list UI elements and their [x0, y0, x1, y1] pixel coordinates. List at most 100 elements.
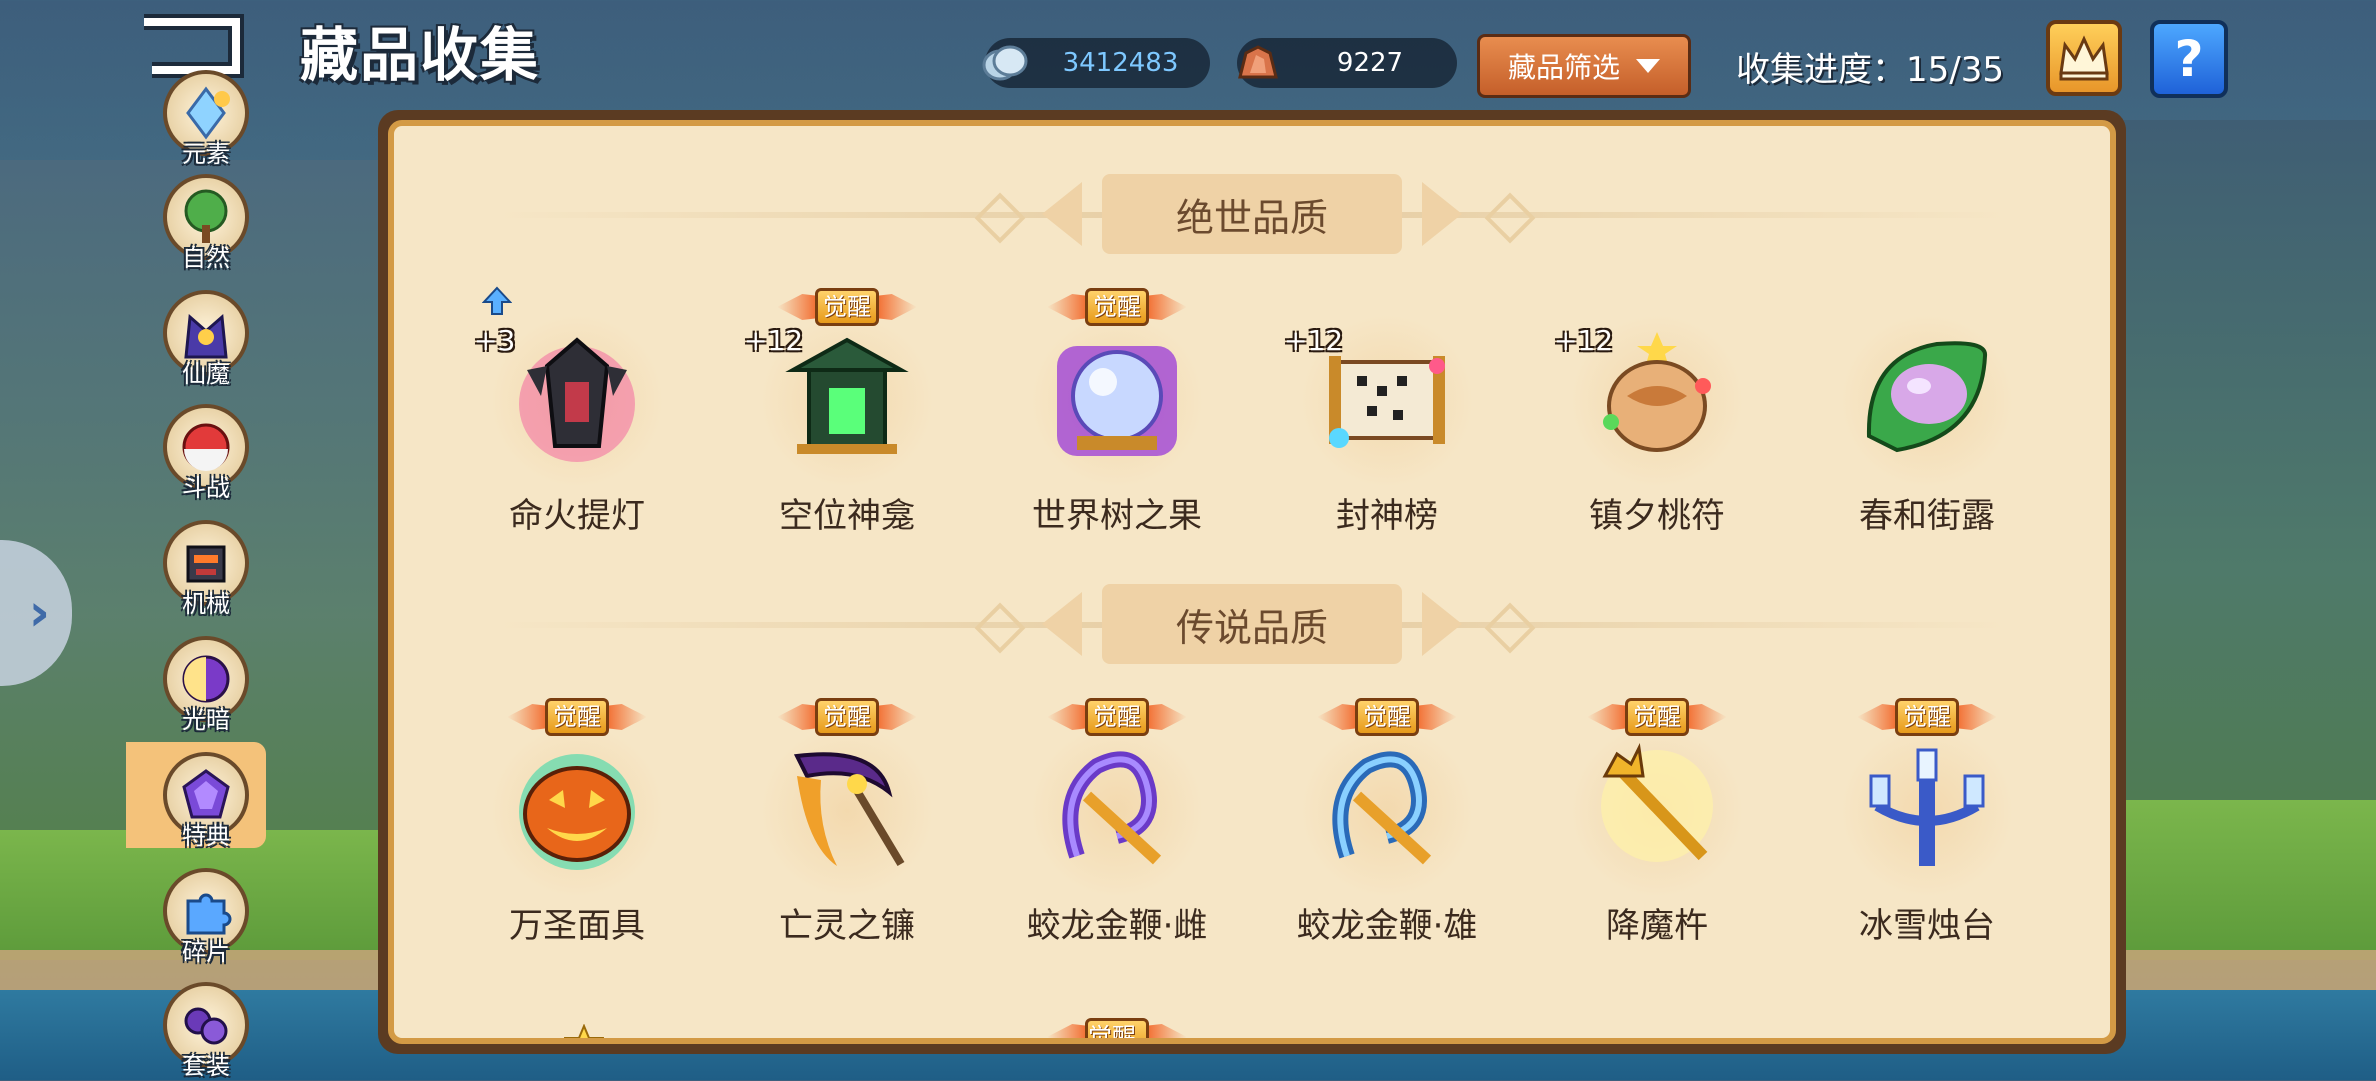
section-title: 传说品质	[1102, 584, 1402, 664]
item-name: 万圣面具	[509, 906, 645, 946]
collection-item-demon-subduing-pestle[interactable]: 觉醒 降魔杵	[1542, 698, 1772, 956]
section-header-legendary: 传说品质	[394, 584, 2110, 664]
sidebar-item-label: 光暗	[182, 706, 230, 734]
awaken-badge: 觉醒	[777, 698, 917, 738]
item-name: 冰雪烛台	[1859, 906, 1995, 946]
item-name: 春和街露	[1859, 496, 1995, 536]
awaken-label: 觉醒	[1355, 698, 1419, 736]
collection-progress: 收集进度：15/35	[1736, 50, 2004, 90]
diamond-ornament	[974, 602, 1026, 654]
crown-icon	[2059, 35, 2109, 81]
sidebar-item-label: 仙魔	[182, 360, 230, 388]
collection-panel: 绝世品质 +3 命火提灯 觉醒 +12 空位神龛 觉醒 世界树之果 +12 封神…	[378, 110, 2126, 1054]
filter-label: 藏品筛选	[1507, 51, 1620, 84]
diamond-ornament	[1484, 192, 1536, 244]
silver-currency: 3412483	[982, 38, 1210, 88]
awaken-badge: 觉醒	[777, 288, 917, 328]
awaken-badge: 觉醒	[1047, 698, 1187, 738]
collection-item-life-fire-lantern[interactable]: +3 命火提灯	[462, 286, 692, 546]
sidebar-item-label: 特典	[182, 822, 230, 850]
item-name: 蛟龙金鞭·雌	[1026, 906, 1208, 946]
item-name: 命火提灯	[509, 496, 645, 536]
awaken-badge: 觉醒	[1047, 1018, 1187, 1038]
ore-crystal-icon	[1231, 37, 1283, 89]
lantern-icon	[519, 337, 635, 462]
sidebar-item-machine[interactable]: 机械	[158, 520, 254, 619]
awaken-label: 觉醒	[1085, 288, 1149, 326]
ore-amount: 9227	[1336, 48, 1404, 78]
item-name: 封神榜	[1336, 496, 1438, 536]
vajra-icon	[1601, 743, 1713, 862]
collection-item-investiture-scroll[interactable]: +12 封神榜	[1272, 296, 1502, 546]
silver-amount: 3412483	[1062, 48, 1179, 78]
enhance-level: +12	[1284, 324, 1344, 357]
awaken-label: 觉醒	[1625, 698, 1689, 736]
chevron-ornament-left	[1042, 592, 1082, 656]
awaken-label: 觉醒	[545, 698, 609, 736]
enhance-level: +12	[744, 324, 804, 357]
sidebar-item-immortal-demon[interactable]: 仙魔	[158, 290, 254, 389]
help-button[interactable]: ?	[2150, 20, 2228, 98]
collection-item-undead-scythe[interactable]: 觉醒 亡灵之镰	[732, 698, 962, 956]
sidebar-item-special[interactable]: 特典	[158, 752, 254, 851]
collection-item-dragon-whip-female[interactable]: 觉醒 蛟龙金鞭·雌	[1002, 698, 1232, 956]
diamond-ornament	[974, 192, 1026, 244]
ice-candelabra-icon	[1869, 748, 1985, 866]
awaken-label: 觉醒	[815, 698, 879, 736]
back-button[interactable]	[140, 14, 250, 78]
collection-item-halloween-mask[interactable]: 觉醒 万圣面具	[462, 698, 692, 956]
sidebar-item-nature[interactable]: 自然	[158, 174, 254, 273]
crown-button[interactable]	[2046, 20, 2122, 96]
sidebar-item-label: 自然	[182, 244, 230, 272]
collection-filter-dropdown[interactable]: 藏品筛选	[1477, 34, 1691, 98]
dragon-whip-purple-icon	[1062, 751, 1162, 865]
sidebar-item-label: 碎片	[182, 938, 230, 966]
chevron-right-icon: ›	[28, 583, 50, 643]
sidebar-item-label: 套装	[182, 1052, 230, 1080]
diamond-ornament	[1484, 602, 1536, 654]
chevron-ornament-right	[1422, 182, 1462, 246]
sidebar-item-label: 元素	[182, 140, 230, 168]
sidebar-item-fragment[interactable]: 碎片	[158, 868, 254, 967]
dragon-whip-blue-icon	[1332, 751, 1432, 865]
collection-panel-inner: 绝世品质 +3 命火提灯 觉醒 +12 空位神龛 觉醒 世界树之果 +12 封神…	[388, 120, 2116, 1044]
awaken-label: 觉醒	[1895, 698, 1959, 736]
item-name: 降魔杵	[1606, 906, 1708, 946]
awaken-badge: 觉醒	[507, 698, 647, 738]
collection-item-world-tree-fruit[interactable]: 觉醒 世界树之果	[1002, 288, 1232, 546]
enhance-level: +3	[474, 324, 516, 357]
sidebar-item-set[interactable]: 套装	[158, 982, 254, 1081]
sidebar-item-battle[interactable]: 斗战	[158, 404, 254, 503]
collection-item-ice-candelabra[interactable]: 觉醒 冰雪烛台	[1812, 698, 2042, 956]
item-name: 蛟龙金鞭·雄	[1296, 906, 1478, 946]
awaken-label: 觉醒	[1085, 698, 1149, 736]
awaken-badge: 觉醒	[1317, 698, 1457, 738]
section-title: 绝世品质	[1102, 174, 1402, 254]
item-name: 镇夕桃符	[1589, 496, 1725, 536]
chevron-ornament-right	[1422, 592, 1462, 656]
awaken-label: 觉醒	[1085, 1018, 1149, 1038]
upgrade-arrow-icon	[482, 286, 512, 315]
scythe-icon	[793, 752, 905, 867]
chevron-down-icon	[1636, 59, 1660, 73]
awaken-label: 觉醒	[815, 288, 879, 326]
sidebar-item-element[interactable]: 元素	[158, 70, 254, 169]
sidebar-item-label: 机械	[182, 590, 230, 618]
collection-item-peach-talisman[interactable]: +12 镇夕桃符	[1542, 296, 1772, 546]
page-title: 藏品收集	[300, 21, 541, 89]
crystal-fruit-icon	[1057, 346, 1177, 456]
enhance-level: +12	[1554, 324, 1614, 357]
dew-leaf-icon	[1866, 341, 1987, 453]
sidebar-item-light-dark[interactable]: 光暗	[158, 636, 254, 735]
question-icon: ?	[2174, 30, 2204, 88]
silver-coin-icon	[979, 37, 1031, 89]
collection-item-dragon-whip-male[interactable]: 觉醒 蛟龙金鞭·雄	[1272, 698, 1502, 956]
chevron-ornament-left	[1042, 182, 1082, 246]
awaken-badge: 觉醒	[1047, 288, 1187, 328]
item-name: 世界树之果	[1032, 496, 1202, 536]
awaken-badge: 觉醒	[1857, 698, 1997, 738]
collection-item-empty-shrine[interactable]: 觉醒 +12 空位神龛	[732, 288, 962, 546]
section-header-peerless: 绝世品质	[394, 174, 2110, 254]
sidebar-item-label: 斗战	[182, 474, 230, 502]
collection-item-spring-dew[interactable]: 春和街露	[1812, 296, 2042, 546]
